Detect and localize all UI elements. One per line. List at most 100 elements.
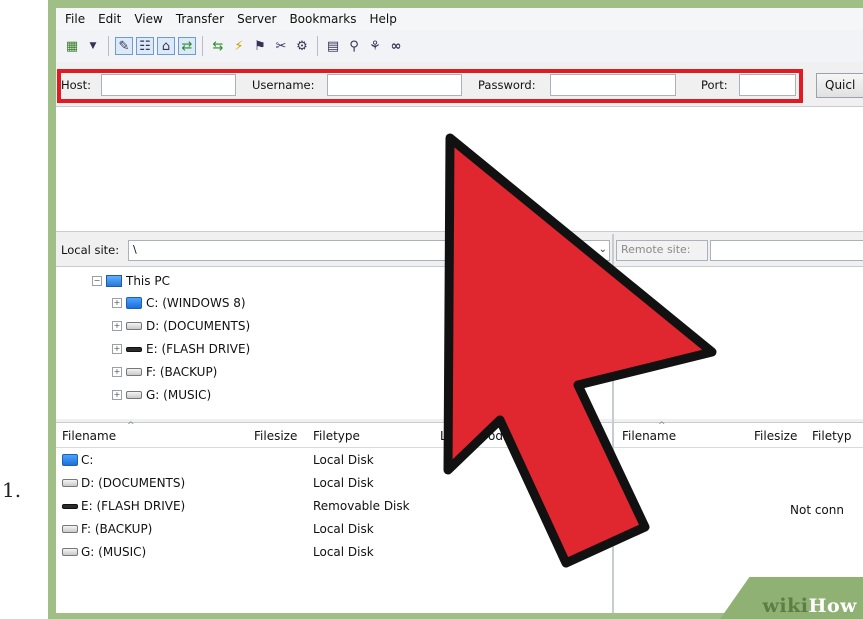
toolbar-separator bbox=[108, 36, 109, 56]
expand-icon[interactable]: + bbox=[112, 390, 122, 400]
host-input[interactable] bbox=[101, 74, 236, 96]
toolbar-separator bbox=[317, 36, 318, 56]
file-name: F: (BACKUP) bbox=[81, 522, 153, 536]
menu-help[interactable]: Help bbox=[370, 12, 397, 26]
tree-node-drive[interactable]: + F: (BACKUP) bbox=[112, 363, 217, 381]
file-type: Local Disk bbox=[313, 522, 374, 536]
tree-node-drive[interactable]: + E: (FLASH DRIVE) bbox=[112, 340, 250, 358]
column-header-filename[interactable]: Filename bbox=[62, 429, 116, 443]
host-label: Host: bbox=[61, 78, 92, 92]
file-row[interactable]: G: (MUSIC) Local Disk bbox=[56, 542, 612, 564]
disconnect-icon[interactable]: ✂ bbox=[273, 38, 289, 54]
toggle-local-tree-icon[interactable]: ☷ bbox=[136, 37, 154, 55]
toggle-message-log-icon[interactable]: ✎ bbox=[115, 37, 133, 55]
cancel-operation-icon[interactable]: ⚑ bbox=[252, 38, 268, 54]
file-row[interactable]: F: (BACKUP) Local Disk bbox=[56, 519, 612, 541]
windows-drive-icon bbox=[126, 297, 142, 309]
not-connected-status: Not conn bbox=[790, 503, 844, 517]
remote-site-label-box: Remote site: bbox=[616, 240, 708, 261]
wikihow-watermark: wikiHow bbox=[763, 595, 857, 617]
file-row[interactable]: D: (DOCUMENTS) Local Disk bbox=[56, 473, 612, 495]
sync-browsing-icon[interactable]: ⚘ bbox=[367, 38, 383, 54]
tree-node-label: C: (WINDOWS 8) bbox=[146, 296, 246, 310]
expand-icon[interactable]: + bbox=[112, 344, 122, 354]
refresh-icon[interactable]: ⇆ bbox=[210, 38, 226, 54]
tree-node-label: G: (MUSIC) bbox=[146, 388, 212, 402]
username-input[interactable] bbox=[327, 74, 462, 96]
file-name: E: (FLASH DRIVE) bbox=[81, 499, 186, 513]
column-header-filesize[interactable]: Filesize bbox=[754, 429, 797, 443]
watermark-wiki: wiki bbox=[762, 595, 809, 617]
remote-site-bar: Remote site: bbox=[614, 235, 863, 265]
expand-icon[interactable]: + bbox=[112, 367, 122, 377]
message-log[interactable] bbox=[56, 106, 863, 232]
remote-file-list-header: Filename ^ Filesize Filetyp bbox=[614, 421, 863, 448]
menu-server[interactable]: Server bbox=[237, 12, 276, 26]
menu-bookmarks[interactable]: Bookmarks bbox=[289, 12, 356, 26]
remote-directory-tree[interactable] bbox=[614, 266, 863, 419]
password-label: Password: bbox=[478, 78, 536, 92]
list-number: 1. bbox=[2, 478, 22, 502]
menu-transfer[interactable]: Transfer bbox=[176, 12, 224, 26]
tree-node-label: F: (BACKUP) bbox=[146, 365, 218, 379]
filezilla-screenshot: File Edit View Transfer Server Bookmarks… bbox=[48, 0, 863, 619]
local-site-path: \ bbox=[133, 243, 137, 256]
local-file-list: Filename ^ Filesize Filetype L odified C… bbox=[56, 421, 612, 613]
expand-icon[interactable]: + bbox=[112, 298, 122, 308]
toolbar-separator bbox=[202, 36, 203, 56]
menu-view[interactable]: View bbox=[134, 12, 162, 26]
collapse-icon[interactable]: − bbox=[92, 276, 102, 286]
password-input[interactable] bbox=[550, 74, 676, 96]
windows-drive-icon bbox=[62, 454, 78, 466]
file-type: Local Disk bbox=[313, 453, 374, 467]
username-label: Username: bbox=[252, 78, 315, 92]
flash-drive-icon bbox=[62, 503, 78, 509]
toolbar: ▦ ▼ ✎ ☷ ⌂ ⇄ ⇆ ⚡ ⚑ ✂ ⚙ ▤ ⚲ ⚘ ∞ bbox=[56, 30, 863, 62]
file-row[interactable]: C: Local Disk bbox=[56, 450, 612, 472]
hard-drive-icon bbox=[62, 525, 78, 533]
port-label: Port: bbox=[701, 78, 728, 92]
quickconnect-bar: Host: Username: Password: Port: Quicl bbox=[56, 66, 863, 104]
column-header-modified-partial[interactable]: L bbox=[440, 429, 447, 443]
file-name: C: bbox=[81, 453, 94, 467]
local-site-path-input[interactable]: \ ⌄ bbox=[128, 240, 610, 261]
computer-icon bbox=[106, 275, 122, 287]
tree-node-drive[interactable]: + G: (MUSIC) bbox=[112, 386, 211, 404]
column-header-filesize[interactable]: Filesize bbox=[254, 429, 297, 443]
site-manager-icon[interactable]: ▦ bbox=[64, 38, 80, 54]
quickconnect-button[interactable]: Quicl bbox=[816, 73, 863, 98]
remote-site-path-input[interactable] bbox=[710, 240, 863, 261]
watermark-how: How bbox=[808, 595, 857, 617]
file-name-cell: F: (BACKUP) bbox=[62, 522, 152, 536]
toggle-transfer-queue-icon[interactable]: ⇄ bbox=[178, 37, 196, 55]
column-header-filetype[interactable]: Filetype bbox=[313, 429, 360, 443]
chevron-down-icon[interactable]: ⌄ bbox=[599, 244, 607, 255]
column-header-modified[interactable]: odified bbox=[488, 429, 529, 443]
column-header-filetype[interactable]: Filetyp bbox=[812, 429, 852, 443]
toggle-remote-tree-icon[interactable]: ⌂ bbox=[157, 37, 175, 55]
column-header-filename[interactable]: Filename bbox=[622, 429, 676, 443]
tree-node-label: D: (DOCUMENTS) bbox=[146, 319, 251, 333]
menu-file[interactable]: File bbox=[65, 12, 85, 26]
sort-ascending-icon: ^ bbox=[127, 421, 135, 431]
search-binoculars-icon[interactable]: ∞ bbox=[388, 38, 404, 54]
file-name-cell: D: (DOCUMENTS) bbox=[62, 476, 185, 490]
directory-filter-icon[interactable]: ▤ bbox=[325, 38, 341, 54]
reconnect-icon[interactable]: ⚙ bbox=[294, 38, 310, 54]
process-queue-icon[interactable]: ⚡ bbox=[231, 38, 247, 54]
directory-compare-icon[interactable]: ⚲ bbox=[346, 38, 362, 54]
filezilla-window: File Edit View Transfer Server Bookmarks… bbox=[56, 8, 863, 613]
expand-icon[interactable]: + bbox=[112, 321, 122, 331]
tree-node-drive[interactable]: + D: (DOCUMENTS) bbox=[112, 317, 250, 335]
port-input[interactable] bbox=[739, 74, 796, 96]
file-type: Removable Disk bbox=[313, 499, 410, 513]
file-row[interactable]: E: (FLASH DRIVE) Removable Disk bbox=[56, 496, 612, 518]
tree-node-drive[interactable]: + C: (WINDOWS 8) bbox=[112, 294, 246, 312]
hard-drive-icon bbox=[126, 391, 142, 399]
menu-edit[interactable]: Edit bbox=[98, 12, 121, 26]
file-name: G: (MUSIC) bbox=[81, 545, 147, 559]
local-directory-tree: − This PC + C: (WINDOWS 8) + D: (DOCUMEN… bbox=[56, 266, 612, 419]
tree-node-this-pc[interactable]: − This PC bbox=[92, 272, 170, 290]
file-name: D: (DOCUMENTS) bbox=[81, 476, 186, 490]
site-manager-dropdown-icon[interactable]: ▼ bbox=[85, 38, 101, 54]
